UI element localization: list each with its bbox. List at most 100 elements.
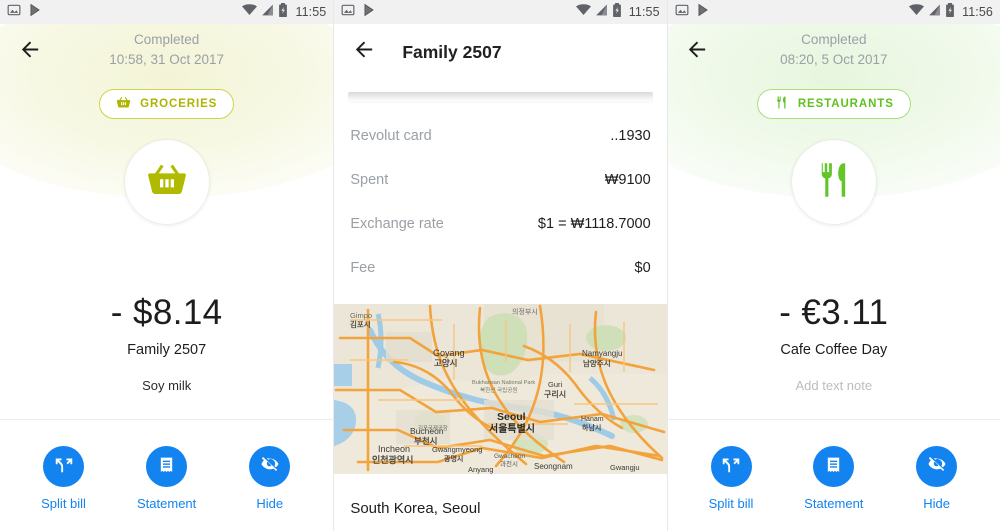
play-store-icon (28, 3, 42, 22)
split-bill-circle (43, 446, 85, 487)
category-badge-restaurants[interactable]: RESTAURANTS (756, 89, 911, 119)
back-arrow-icon (686, 38, 709, 66)
status-bar-right-icons: 11:56 (909, 2, 993, 22)
back-arrow-icon (353, 38, 376, 66)
status-bar-right-icons: 11:55 (242, 2, 327, 22)
svg-text:인천광역시: 인천광역시 (372, 454, 413, 465)
detail-row: Revolut card ..1930 (350, 114, 650, 158)
detail-value: $0 (634, 260, 651, 276)
svg-text:의정부시: 의정부시 (512, 307, 538, 316)
toolbar: Completed 10:58, 31 Oct 2017 (0, 24, 333, 80)
eye-off-icon (926, 453, 948, 480)
document-icon (156, 454, 177, 480)
svg-text:Anyang: Anyang (468, 465, 493, 474)
svg-text:Gwangmyeong: Gwangmyeong (432, 445, 482, 454)
svg-text:하남시: 하남시 (582, 423, 601, 432)
category-pill-wrap: RESTAURANTS (668, 80, 1000, 119)
svg-text:Goyang: Goyang (433, 348, 465, 358)
svg-text:서울특별시: 서울특별시 (489, 422, 535, 435)
svg-text:Bukhansan National Park: Bukhansan National Park (472, 380, 535, 386)
svg-text:북한산 국립공원: 북한산 국립공원 (480, 386, 518, 394)
svg-text:Seongnam: Seongnam (534, 462, 573, 471)
shopping-basket-icon (116, 95, 131, 113)
transaction-amount: - $8.14 (110, 293, 223, 332)
svg-text:Gwacheon: Gwacheon (494, 453, 525, 460)
split-bill-circle (710, 446, 752, 487)
merchant-name: Cafe Coffee Day (780, 342, 888, 358)
action-label: Hide (923, 496, 950, 511)
back-arrow-icon (19, 38, 42, 66)
document-icon (823, 454, 844, 480)
action-hide[interactable]: Hide (893, 420, 981, 511)
category-pill-wrap: GROCERIES (0, 80, 333, 119)
scrolled-content-edge (348, 92, 653, 102)
svg-text:Guri: Guri (548, 380, 563, 389)
transaction-note[interactable]: Add text note (668, 378, 1000, 393)
status-bar-left-icons (675, 3, 710, 22)
battery-charging-icon (612, 2, 622, 22)
hide-circle (916, 446, 958, 487)
svg-text:김포국제공항: 김포국제공항 (418, 424, 448, 432)
detail-list: Revolut card ..1930 Spent ₩9100 Exchange… (334, 102, 666, 290)
svg-text:Gimpo: Gimpo (350, 311, 372, 320)
action-statement[interactable]: Statement (790, 420, 878, 511)
category-badge-groceries[interactable]: GROCERIES (99, 89, 235, 119)
location-map[interactable]: Gimpo 김포시 Goyang 고양시 의정부시 Namyangju 남양주시… (334, 304, 667, 474)
back-button[interactable] (6, 28, 54, 76)
hero-section: GROCERIES (0, 0, 334, 278)
page-title: Family 2507 (402, 41, 502, 62)
detail-row: Spent ₩9100 (350, 158, 650, 202)
screenshot-icon (675, 3, 689, 22)
svg-text:남양주시: 남양주시 (583, 358, 611, 368)
action-label: Split bill (708, 496, 754, 511)
split-arrows-icon (720, 453, 742, 480)
action-label: Statement (804, 496, 864, 511)
merchant-avatar (124, 140, 209, 224)
svg-text:구리시: 구리시 (544, 389, 566, 399)
svg-text:Incheon: Incheon (378, 444, 410, 454)
wifi-icon (575, 3, 591, 21)
action-hide[interactable]: Hide (226, 420, 314, 511)
action-label: Hide (256, 496, 284, 511)
action-bar: Split bill Statement Hide (0, 419, 334, 531)
toolbar: Family 2507 (334, 24, 666, 80)
statement-circle (146, 446, 188, 487)
hero-section: RESTAURANTS (667, 0, 1000, 278)
back-button[interactable] (674, 28, 722, 76)
svg-text:광명시: 광명시 (444, 454, 463, 463)
map-location-caption: South Korea, Seoul (350, 500, 481, 517)
svg-text:과천시: 과천시 (500, 459, 518, 468)
battery-charging-icon (278, 2, 288, 22)
detail-value: ₩9100 (604, 172, 651, 188)
detail-value: $1 = ₩1118.7000 (537, 216, 651, 232)
wifi-icon (909, 3, 925, 21)
signal-icon (595, 3, 608, 21)
status-bar-clock: 11:56 (962, 5, 993, 19)
status-bar-left-icons (7, 3, 42, 22)
back-button[interactable] (340, 28, 388, 76)
battery-charging-icon (945, 2, 955, 22)
map-image: Gimpo 김포시 Goyang 고양시 의정부시 Namyangju 남양주시… (334, 304, 667, 474)
status-bar-left-icons (341, 3, 376, 22)
detail-label: Fee (350, 260, 376, 276)
split-arrows-icon (53, 453, 75, 480)
status-bar-clock: 11:55 (295, 5, 327, 19)
eye-off-icon (259, 453, 281, 480)
svg-text:Seoul: Seoul (497, 411, 526, 423)
detail-value: ..1930 (610, 128, 651, 144)
transaction-note[interactable]: Soy milk (0, 378, 333, 393)
signal-icon (261, 3, 274, 21)
statement-circle (813, 446, 855, 487)
status-bar: 11:56 (667, 0, 1000, 24)
fork-knife-icon (774, 95, 789, 113)
svg-text:Hanam: Hanam (581, 416, 604, 423)
action-label: Split bill (41, 496, 86, 511)
action-split-bill[interactable]: Split bill (687, 420, 775, 511)
play-store-icon (696, 3, 710, 22)
screenshot-icon (341, 3, 355, 22)
action-split-bill[interactable]: Split bill (20, 420, 108, 511)
action-statement[interactable]: Statement (123, 420, 211, 511)
detail-label: Exchange rate (350, 216, 444, 232)
panel-transaction-details: 11:55 Family 2507 Revolut card ..1930 Sp… (333, 0, 667, 531)
detail-row: Exchange rate $1 = ₩1118.7000 (350, 202, 650, 246)
